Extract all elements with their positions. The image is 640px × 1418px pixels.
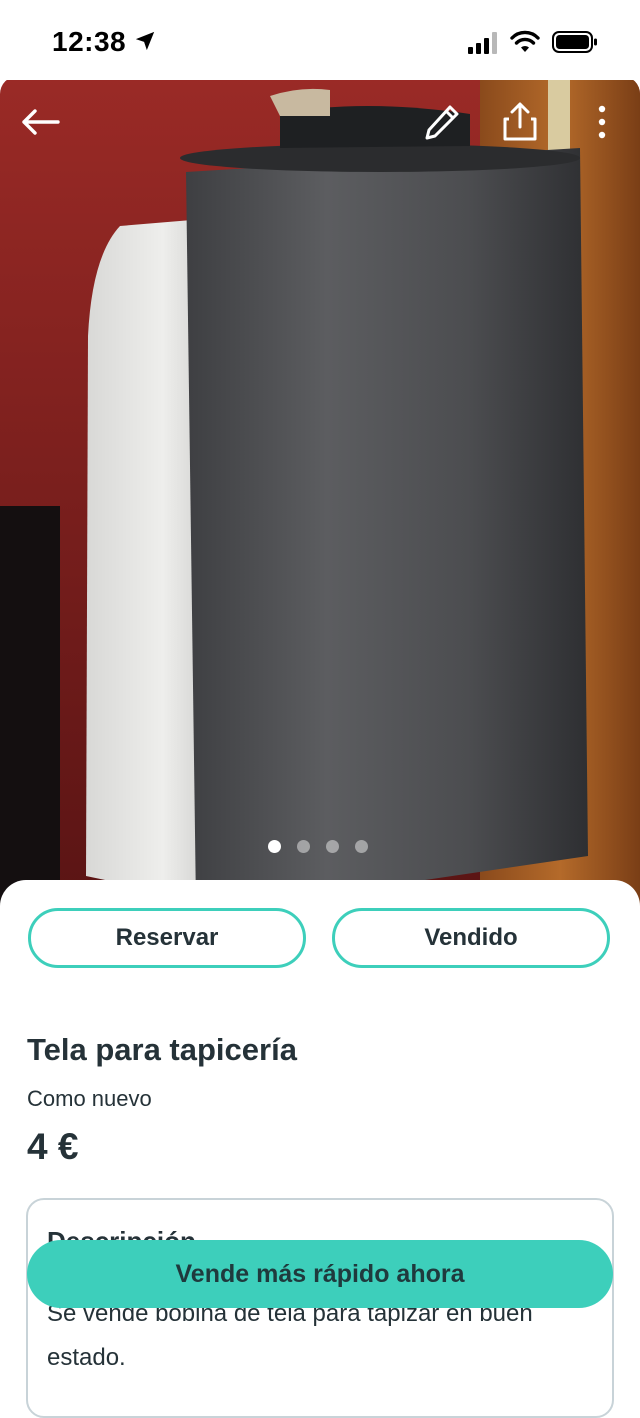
item-title: Tela para tapicería [27,1032,297,1067]
carousel-dot[interactable] [268,840,281,853]
sold-button[interactable]: Vendido [332,908,610,968]
carousel-indicator [268,840,368,853]
product-detail-sheet: Reservar Vendido Tela para tapicería Com… [0,880,640,1418]
edit-button[interactable] [418,98,466,146]
carousel-dot[interactable] [355,840,368,853]
pencil-icon [425,105,459,140]
carousel-dot[interactable] [297,840,310,853]
share-icon [503,102,537,141]
sell-faster-button[interactable]: Vende más rápido ahora [27,1240,613,1308]
more-options-button[interactable] [578,98,626,146]
item-condition: Como nuevo [27,1086,152,1111]
signal-icon [468,32,497,54]
wifi-icon [510,30,540,52]
description-card: Descripción Se vende bobina de tela para… [26,1198,614,1418]
back-arrow-icon [22,109,60,135]
status-bar: 12:38 [0,0,640,80]
reserve-button[interactable]: Reservar [28,908,306,968]
status-time: 12:38 [52,26,127,57]
share-button[interactable] [496,98,544,146]
location-arrow-icon [135,31,155,51]
product-photo[interactable] [0,76,640,906]
back-button[interactable] [16,98,64,146]
fabric-roll-image [0,76,640,906]
battery-icon [552,31,597,53]
carousel-dot[interactable] [326,840,339,853]
item-price: 4 € [27,1126,79,1167]
more-vertical-icon [598,105,606,139]
